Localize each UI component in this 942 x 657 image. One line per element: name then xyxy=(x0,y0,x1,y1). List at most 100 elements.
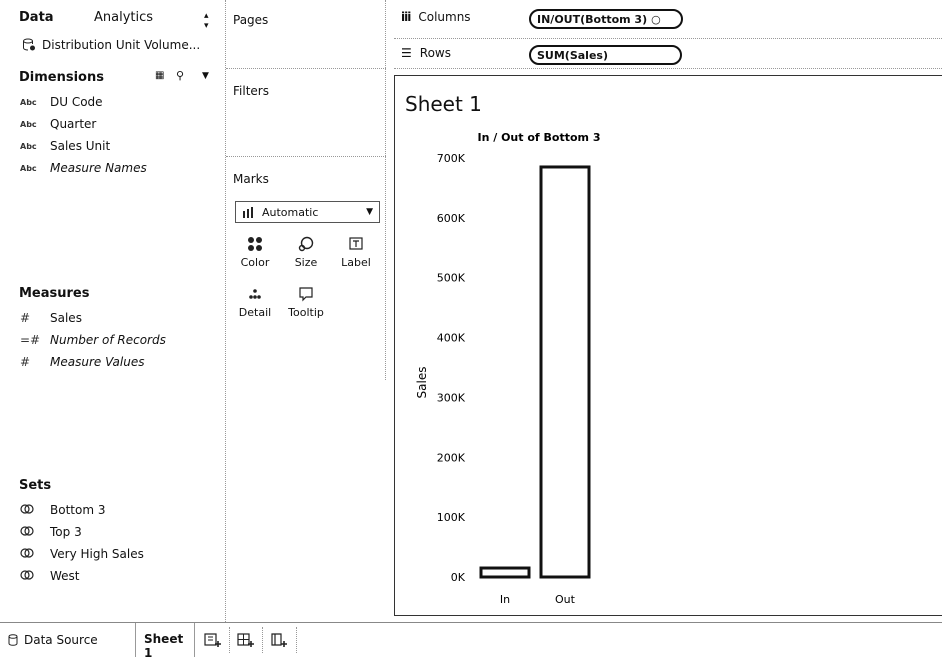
search-icon[interactable]: ⚲ xyxy=(176,69,184,82)
datasource-item[interactable]: Distribution Unit Volume... xyxy=(22,38,200,52)
dimensions-title: Dimensions xyxy=(19,70,104,85)
columns-icon: iii xyxy=(401,10,411,24)
bar-chart: In / Out of Bottom 3 0K 100K 200K 300K 400K 50… xyxy=(415,131,601,606)
sheet-tab[interactable]: Sheet 1 xyxy=(135,623,195,657)
new-worksheet-button[interactable] xyxy=(204,623,222,657)
y-tick-label: 400K xyxy=(437,332,466,345)
filters-shelf[interactable] xyxy=(230,104,380,152)
dimension-field-label: Quarter xyxy=(50,117,97,131)
tab-sort-icon[interactable]: ▴ ▾ xyxy=(204,11,209,31)
tab-divider xyxy=(296,627,297,653)
string-type-icon: Abc xyxy=(20,97,37,107)
columns-divider xyxy=(394,38,942,39)
pages-card-title: Pages xyxy=(233,13,269,27)
sheet-tab-label: Sheet 1 xyxy=(144,632,184,657)
measure-field[interactable]: =# Number of Records xyxy=(20,330,166,350)
color-label: Color xyxy=(240,256,270,269)
new-dashboard-icon xyxy=(237,633,254,647)
analytics-tab[interactable]: Analytics xyxy=(94,10,153,25)
set-field-label: Bottom 3 xyxy=(50,503,106,517)
number-type-icon: # xyxy=(20,355,31,369)
detail-label: Detail xyxy=(238,306,272,319)
dimension-field[interactable]: Abc DU Code xyxy=(20,92,103,112)
size-icon xyxy=(298,236,314,252)
measure-field[interactable]: # Sales xyxy=(20,308,82,328)
set-icon xyxy=(20,569,50,583)
set-icon xyxy=(20,547,50,561)
x-category-label: In xyxy=(500,593,510,606)
measure-field-label: Number of Records xyxy=(50,333,166,347)
datasource-name: Distribution Unit Volume... xyxy=(42,38,201,52)
tooltip-label: Tooltip xyxy=(288,306,324,319)
sheet-tab-bar: Data Source Sheet 1 xyxy=(0,622,942,657)
dimension-field-label: Sales Unit xyxy=(50,139,111,153)
y-tick-label: 200K xyxy=(437,451,466,464)
mark-type-dropdown[interactable]: Automatic ▼ xyxy=(235,201,380,223)
set-icon xyxy=(20,503,50,517)
dimension-field[interactable]: Abc Quarter xyxy=(20,114,96,134)
new-story-button[interactable] xyxy=(270,623,288,657)
data-pane: Data Analytics ▴ ▾ Distribution Unit Volu… xyxy=(0,0,226,622)
rows-divider xyxy=(394,68,942,69)
measure-field-label: Sales xyxy=(50,311,82,325)
y-tick-label: 600K xyxy=(437,212,466,225)
dimension-field[interactable]: Abc Measure Names xyxy=(20,158,147,178)
number-type-icon: # xyxy=(20,311,31,325)
y-tick-label: 100K xyxy=(437,511,466,524)
bar-in xyxy=(479,566,531,579)
data-tab[interactable]: Data xyxy=(19,10,54,25)
bar-chart-icon xyxy=(243,207,253,218)
filters-card-title: Filters xyxy=(233,84,269,98)
filters-divider xyxy=(226,156,386,157)
label-label: Label xyxy=(341,256,371,269)
set-icon xyxy=(20,525,50,539)
grid-view-icon[interactable]: ▦ xyxy=(155,70,164,81)
pages-divider xyxy=(226,68,386,69)
database-icon xyxy=(23,38,35,51)
tab-divider xyxy=(229,627,230,653)
label-button[interactable]: Label xyxy=(331,236,381,269)
chevron-down-icon[interactable]: ▼ xyxy=(202,71,209,81)
set-icon: ○ xyxy=(651,12,661,26)
y-tick-label: 700K xyxy=(437,152,466,165)
rows-shelf-label: ☰ Rows xyxy=(401,46,451,60)
mark-type-value: Automatic xyxy=(262,205,319,219)
dimension-field[interactable]: Abc Sales Unit xyxy=(20,136,110,156)
new-story-icon xyxy=(271,633,287,647)
measure-field-label: Measure Values xyxy=(50,355,145,369)
size-label: Size xyxy=(294,256,318,269)
measures-title: Measures xyxy=(19,286,90,301)
database-icon xyxy=(8,634,18,646)
y-tick-label: 500K xyxy=(437,272,466,285)
string-type-icon: Abc xyxy=(20,163,37,173)
sets-title: Sets xyxy=(19,478,52,493)
dimension-field-label: DU Code xyxy=(50,95,103,109)
measure-field[interactable]: # Measure Values xyxy=(20,352,144,372)
y-axis-label: Sales xyxy=(415,367,429,399)
set-field[interactable]: Top 3 xyxy=(20,522,82,542)
pages-shelf[interactable] xyxy=(230,35,380,65)
columns-pill[interactable]: IN/OUT(Bottom 3) ○ xyxy=(529,9,683,29)
set-field-label: Top 3 xyxy=(50,525,82,539)
rows-icon: ☰ xyxy=(401,46,412,60)
number-type-icon: =# xyxy=(20,333,41,347)
set-field[interactable]: Bottom 3 xyxy=(20,500,105,520)
text-label-icon xyxy=(349,237,363,250)
rows-pill[interactable]: SUM(Sales) xyxy=(529,45,682,65)
detail-button[interactable]: Detail xyxy=(230,286,280,319)
new-worksheet-icon xyxy=(204,633,221,647)
detail-icon xyxy=(249,289,261,299)
tooltip-icon xyxy=(299,287,313,302)
set-field[interactable]: West xyxy=(20,566,80,586)
data-source-tab[interactable]: Data Source xyxy=(8,623,98,657)
y-tick-label: 300K xyxy=(437,391,466,404)
string-type-icon: Abc xyxy=(20,141,37,151)
set-field[interactable]: Very High Sales xyxy=(20,544,144,564)
color-button[interactable]: Color xyxy=(230,236,280,269)
color-icon xyxy=(248,237,262,251)
set-field-label: Very High Sales xyxy=(50,547,144,561)
size-button[interactable]: Size xyxy=(281,236,331,269)
new-dashboard-button[interactable] xyxy=(237,623,255,657)
tooltip-button[interactable]: Tooltip xyxy=(281,286,331,319)
string-type-icon: Abc xyxy=(20,119,37,129)
